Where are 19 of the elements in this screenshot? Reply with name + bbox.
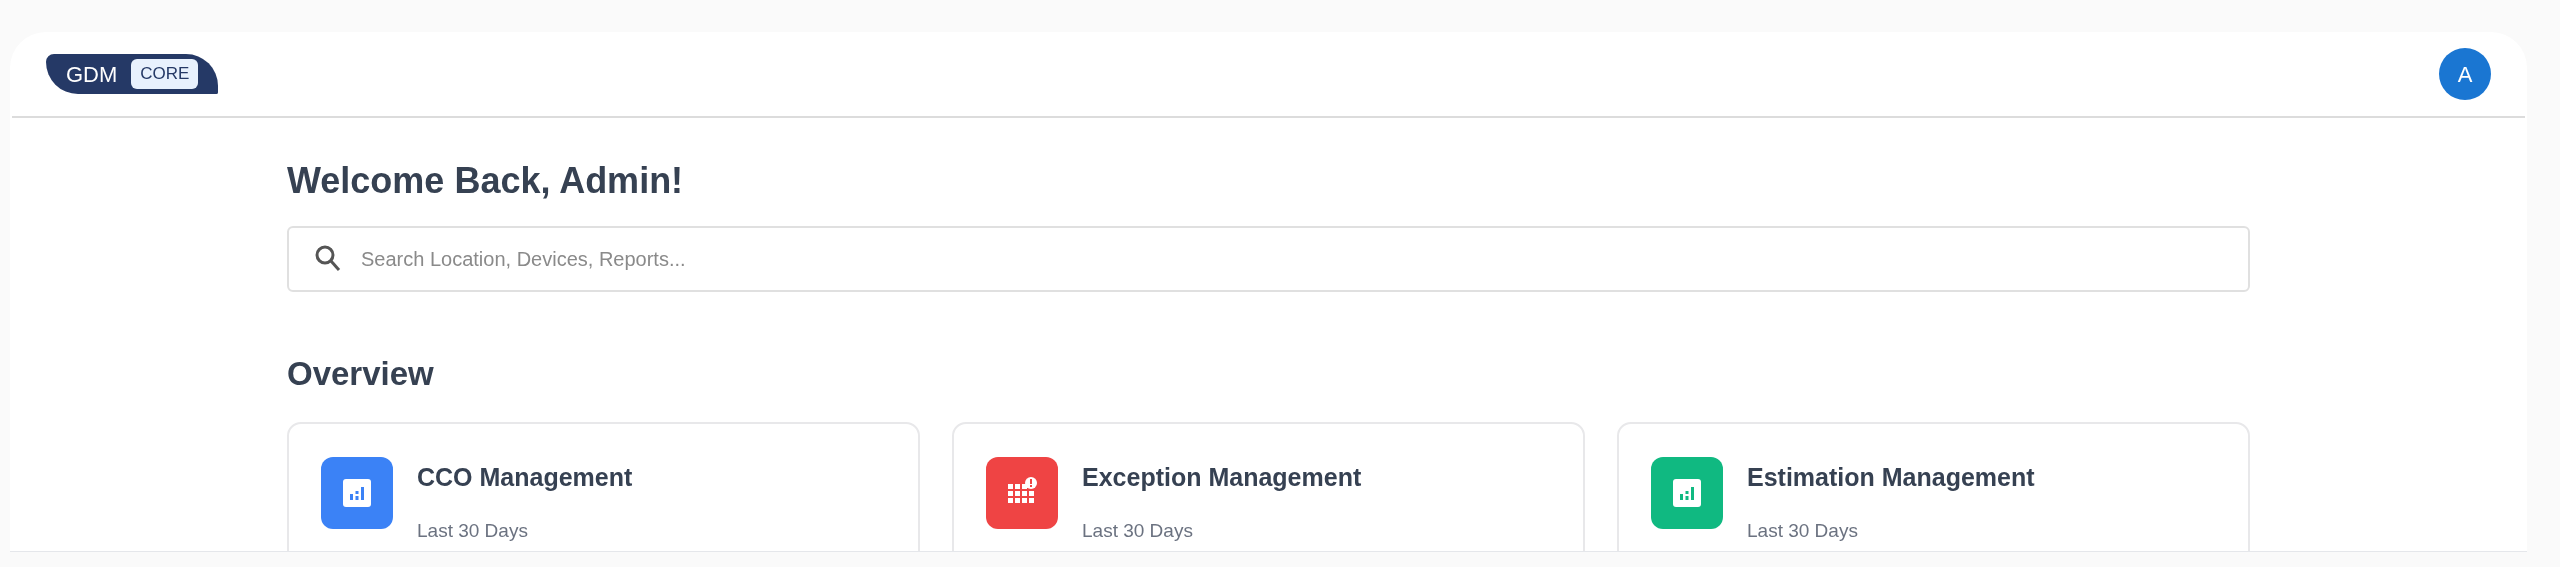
overview-card[interactable]: Estimation Management Last 30 Days — [1617, 422, 2250, 551]
card-subtitle: Last 30 Days — [1747, 518, 1859, 543]
bar-chart-icon — [1672, 478, 1702, 508]
card-title: Exception Management — [1082, 462, 1362, 493]
card-subtitle: Last 30 Days — [1082, 518, 1194, 543]
logo-badge: CORE — [131, 59, 199, 89]
welcome-heading: Welcome Back, Admin! — [287, 159, 685, 203]
card-title: Estimation Management — [1747, 462, 2035, 493]
logo[interactable]: GDM CORE — [46, 54, 219, 94]
overview-card[interactable]: CCO Management Last 30 Days — [287, 422, 920, 551]
card-title: CCO Management — [417, 462, 633, 493]
section-heading: Overview — [287, 354, 435, 394]
card-subtitle: Last 30 Days — [417, 518, 529, 543]
avatar[interactable]: A — [2439, 48, 2491, 100]
search-icon — [315, 245, 341, 273]
search-field[interactable]: Search Location, Devices, Reports... — [287, 226, 2250, 292]
bar-chart-icon — [342, 478, 372, 508]
logo-text: GDM — [66, 60, 118, 89]
overview-card[interactable]: Exception Management Last 30 Days — [952, 422, 1585, 551]
